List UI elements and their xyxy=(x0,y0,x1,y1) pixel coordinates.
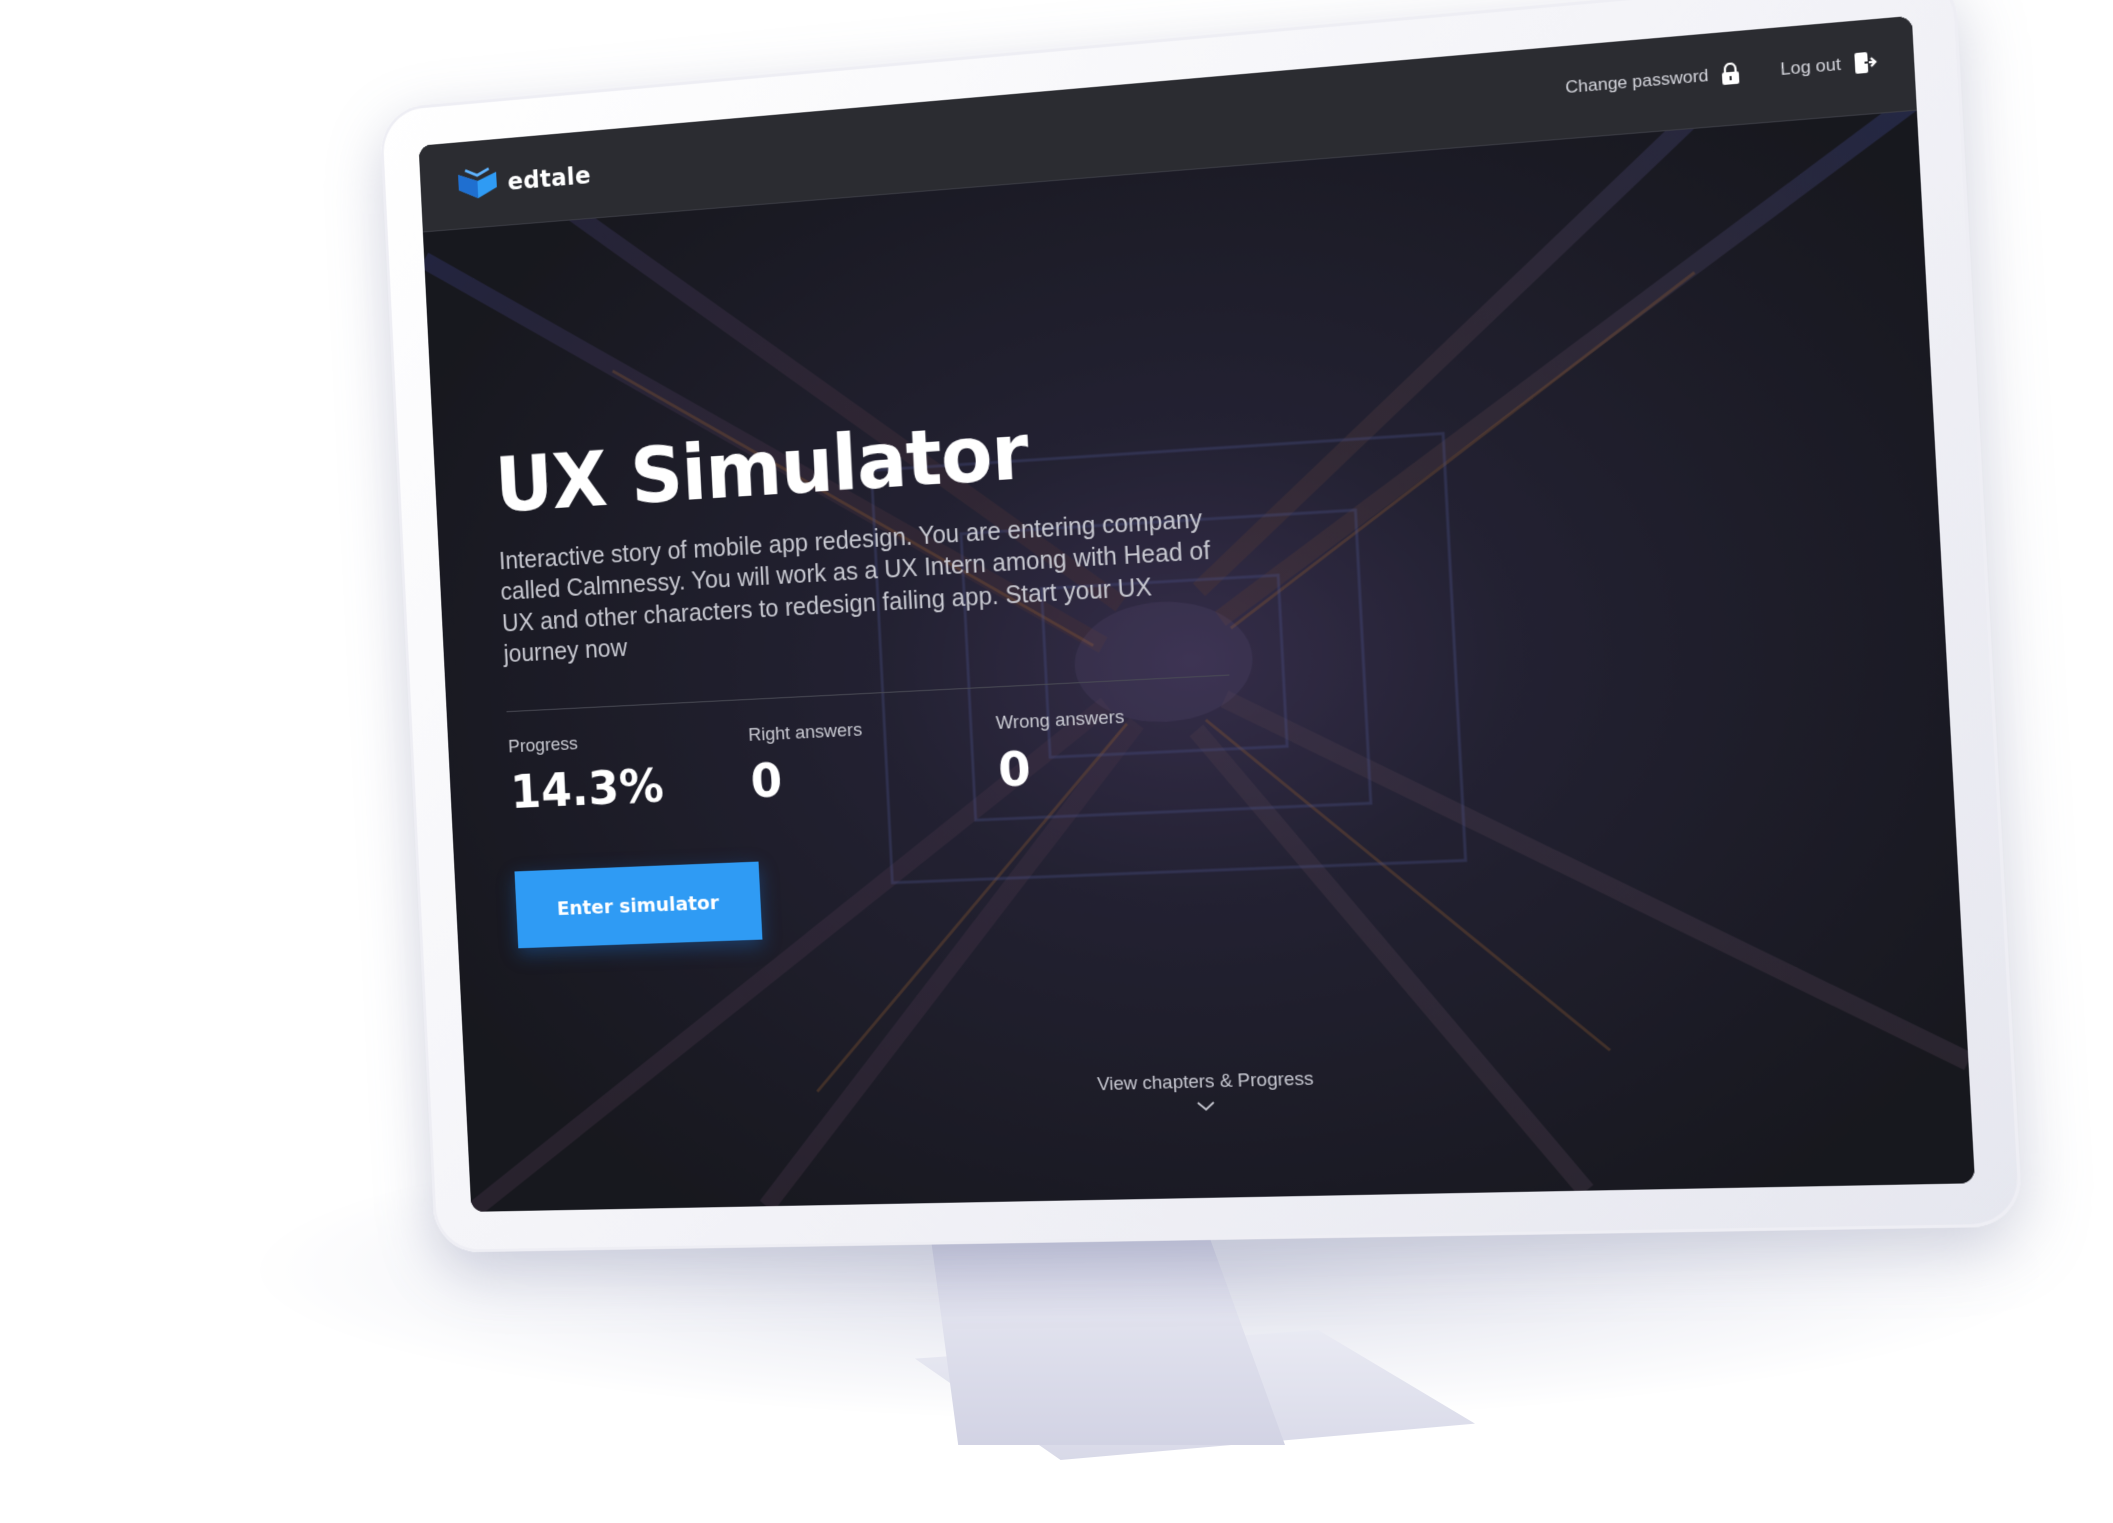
stat-progress: Progress 14.3% xyxy=(508,725,752,819)
brand-logo[interactable]: edtale xyxy=(456,158,592,202)
view-chapters-label: View chapters & Progress xyxy=(1097,1069,1315,1096)
stat-right-answers: Right answers 0 xyxy=(748,713,1000,809)
log-out-label: Log out xyxy=(1780,54,1842,80)
stat-label: Progress xyxy=(508,725,749,758)
enter-simulator-button[interactable]: Enter simulator xyxy=(514,861,762,948)
change-password-link[interactable]: Change password xyxy=(1565,62,1741,99)
lock-icon xyxy=(1721,62,1741,86)
stat-wrong-answers: Wrong answers 0 xyxy=(995,700,1255,798)
stat-value: 14.3% xyxy=(509,754,752,819)
screen: edtale Change password Log out UX Simula… xyxy=(419,16,1975,1212)
edtale-logo-icon xyxy=(456,166,499,202)
log-out-link[interactable]: Log out xyxy=(1780,50,1878,81)
stat-value: 0 xyxy=(997,731,1255,798)
brand-name: edtale xyxy=(507,160,592,195)
view-chapters-link[interactable]: View chapters & Progress xyxy=(1076,1068,1336,1115)
stat-label: Right answers xyxy=(748,713,997,747)
change-password-label: Change password xyxy=(1565,66,1709,99)
mockup-stage: edtale Change password Log out UX Simula… xyxy=(0,0,2113,1523)
account-actions: Change password Log out xyxy=(1565,50,1878,99)
stat-value: 0 xyxy=(749,743,999,809)
stat-label: Wrong answers xyxy=(995,700,1251,734)
stats-row: Progress 14.3% Right answers 0 Wrong ans… xyxy=(508,699,1275,819)
hero-description: Interactive story of mobile app redesign… xyxy=(498,501,1237,670)
logout-icon xyxy=(1853,50,1878,75)
hero-section: UX Simulator Interactive story of mobile… xyxy=(493,395,1282,948)
chevron-down-icon xyxy=(1197,1101,1215,1111)
monitor: edtale Change password Log out UX Simula… xyxy=(379,0,2023,1253)
